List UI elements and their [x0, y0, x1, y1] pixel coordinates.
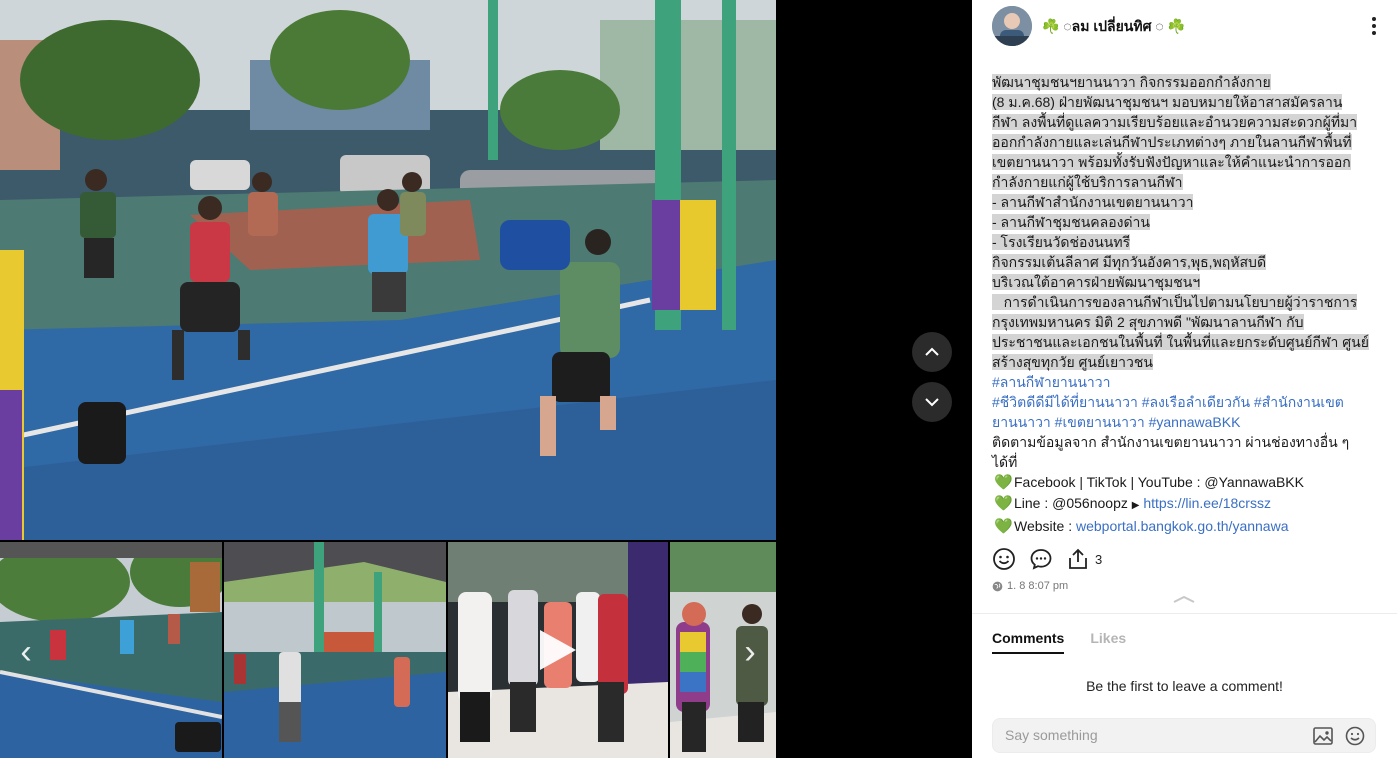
post-header: ☘️ ◌ลม เปลี่ยนทิศ ◌ ☘️ [972, 0, 1397, 62]
chevron-up-icon [925, 347, 939, 356]
line-contact-line: 💚Line : @056noopz ▶ https://lin.ee/18crs… [992, 493, 1384, 516]
caption-line: เขตยานนาวา พร้อมทั้งรับฟังปัญหาและให้คำแ… [992, 154, 1351, 170]
tab-comments[interactable]: Comments [992, 630, 1065, 654]
previous-post-button[interactable] [912, 332, 952, 372]
social-handles: Facebook | TikTok | YouTube : @YannawaBK… [1014, 474, 1304, 490]
post-timestamp: 1. 8 8:07 pm [992, 580, 1068, 592]
carousel-prev-button[interactable]: ‹ [6, 632, 46, 672]
play-icon[interactable] [536, 626, 580, 674]
caption-line: การดำเนินการของลานกีฬาเป็นไปตามนโยบายผู้… [992, 294, 1358, 310]
caption-line: บริเวณใต้อาคารฝ่ายพัฒนาชุมชนฯ [992, 274, 1201, 290]
chevron-right-icon: › [744, 632, 756, 671]
website-url-link[interactable]: webportal.bangkok.go.th/yannawa [1076, 518, 1288, 534]
caption-line: กำลังกายแก่ผู้ใช้บริการลานกีฬา [992, 174, 1183, 190]
comments-tabs: Comments Likes [992, 630, 1126, 654]
green-heart-icon: 💚 [994, 518, 1013, 535]
hashtag-link[interactable]: ยานนาวา #เขตยานนาวา #yannawaBKK [992, 414, 1240, 430]
thumbnail-photo[interactable] [224, 542, 446, 758]
more-options-icon[interactable] [1364, 14, 1384, 38]
chevron-left-icon: ‹ [20, 632, 32, 671]
play-arrow-icon: ▶ [1131, 500, 1140, 511]
author-name[interactable]: ☘️ ◌ลม เปลี่ยนทิศ ◌ ☘️ [1042, 16, 1185, 38]
avatar[interactable] [992, 6, 1032, 46]
website-contact-line: 💚Website : webportal.bangkok.go.th/yanna… [992, 516, 1384, 537]
post-actions: 3 [992, 546, 1102, 572]
green-heart-icon: 💚 [994, 474, 1013, 491]
website-label: Website : [1014, 518, 1076, 534]
follow-text: ติดตามข้อมูลจาก สำนักงานเขตยานนาวา ผ่านช… [992, 434, 1350, 450]
line-url-link[interactable]: https://lin.ee/18crssz [1143, 495, 1271, 511]
share-count: 3 [1095, 551, 1103, 567]
share-icon[interactable] [1066, 547, 1090, 571]
caption-line: - โรงเรียนวัดช่องนนทรี [992, 234, 1131, 250]
tab-likes[interactable]: Likes [1090, 630, 1126, 654]
caption-line: พัฒนาชุมชนฯยานนาวา กิจกรรมออกกำลังกาย [992, 74, 1271, 90]
globe-icon [992, 581, 1003, 591]
caption-line: ประชาชนและเอกชนในพื้นที่ ในพื้นที่และยกร… [992, 334, 1369, 350]
empty-comments-message: Be the first to leave a comment! [1086, 678, 1283, 694]
follow-text: ได้ที่ [992, 454, 1018, 470]
chevron-down-icon [925, 398, 939, 407]
post-detail-panel: ☘️ ◌ลม เปลี่ยนทิศ ◌ ☘️ พัฒนาชุมชนฯยานนาว… [972, 0, 1397, 758]
main-photo[interactable] [0, 0, 776, 540]
smiley-reaction-icon[interactable] [992, 547, 1016, 571]
image-upload-icon[interactable] [1313, 727, 1333, 745]
caption-line: กรุงเทพมหานคร มิติ 2 สุขภาพดี "พัฒนาลานก… [992, 314, 1304, 330]
caption-line: (8 ม.ค.68) ฝ่ายพัฒนาชุมชนฯ มอบหมายให้อาส… [992, 94, 1343, 110]
collapse-chevron-icon[interactable] [1172, 594, 1196, 604]
caption-line: กีฬา ลงพื้นที่ดูแลความเรียบร้อยและอำนวยค… [992, 114, 1358, 130]
media-area: ‹ › [0, 0, 776, 758]
divider [972, 613, 1397, 614]
next-post-button[interactable] [912, 382, 952, 422]
caption-line: - ลานกีฬาชุมชนคลองด่าน [992, 214, 1150, 230]
caption-line: - ลานกีฬาสำนักงานเขตยานนาวา [992, 194, 1194, 210]
social-contact-line: 💚Facebook | TikTok | YouTube : @YannawaB… [992, 472, 1384, 493]
carousel-next-button[interactable]: › [730, 632, 770, 672]
caption-line: กิจกรรมเต้นลีลาศ มีทุกวันอังคาร,พุธ,พฤหั… [992, 254, 1267, 270]
comment-input[interactable] [1005, 727, 1285, 743]
comment-composer [992, 718, 1376, 753]
green-heart-icon: 💚 [994, 495, 1013, 512]
line-label: Line : @056noopz [1014, 495, 1128, 511]
timestamp-text: 1. 8 8:07 pm [1007, 580, 1069, 592]
caption-line: สร้างสุขทุกวัย ศูนย์เยาวชน [992, 354, 1153, 370]
hashtag-link[interactable]: #ชีวิตดีดีมีได้ที่ยานนาวา #ลงเรือลำเดียว… [992, 394, 1344, 410]
comment-icon[interactable] [1029, 547, 1053, 571]
post-caption: พัฒนาชุมชนฯยานนาวา กิจกรรมออกกำลังกาย (8… [992, 72, 1384, 537]
hashtag-link[interactable]: #ลานกีฬายานนาวา [992, 374, 1111, 390]
caption-line: ออกกำลังกายและเล่นกีฬาประเภทต่างๆ ภายในล… [992, 134, 1352, 150]
emoji-icon[interactable] [1345, 726, 1365, 746]
